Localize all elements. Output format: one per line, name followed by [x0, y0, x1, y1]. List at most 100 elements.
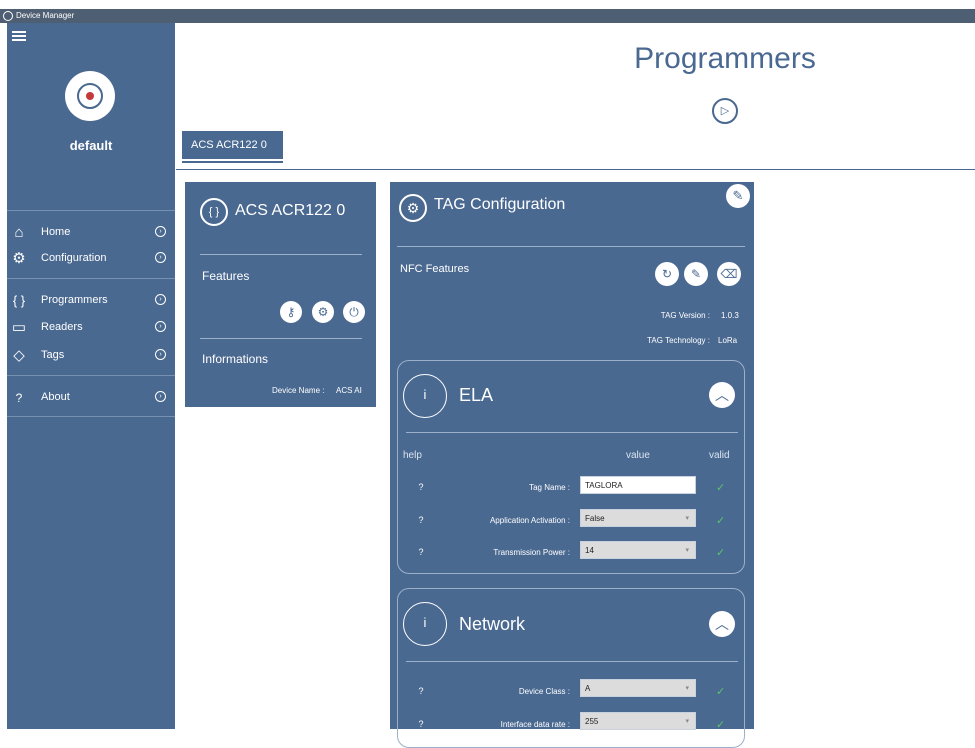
- device-class-label: Device Class :: [518, 687, 570, 696]
- sidebar-item-configuration[interactable]: ⚙ Configuration ›: [7, 249, 175, 269]
- features-label: Features: [202, 269, 250, 283]
- dropdown-arrow-icon: ▾: [685, 685, 689, 692]
- sidebar-divider: [7, 375, 175, 376]
- device-name-value: ACS AI: [336, 386, 362, 395]
- tag-name-input[interactable]: TAGLORA: [580, 476, 696, 494]
- device-class-select[interactable]: A ▾: [580, 679, 696, 697]
- window-title: Device Manager: [16, 11, 75, 20]
- valid-check-icon: ✓: [716, 515, 726, 527]
- gear-icon: ⚙: [12, 250, 26, 267]
- sidebar-item-label: Home: [41, 226, 71, 238]
- valid-check-icon: ✓: [716, 547, 726, 559]
- eraser-icon[interactable]: ⌫: [717, 262, 741, 286]
- braces-icon: { }: [200, 198, 228, 226]
- informations-label: Informations: [202, 352, 269, 366]
- tag-config-title: TAG Configuration: [434, 196, 566, 213]
- chevron-up-icon[interactable]: ︿: [709, 382, 735, 408]
- interface-data-rate-label: Interface data rate :: [500, 720, 570, 729]
- chevron-right-icon: ›: [155, 321, 166, 332]
- application-activation-label: Application Activation :: [489, 516, 570, 525]
- key-icon[interactable]: ⚷: [280, 301, 302, 323]
- header-divider: [176, 169, 975, 170]
- chevron-right-icon: ›: [155, 349, 166, 360]
- page-title: Programmers: [634, 42, 816, 75]
- valid-column-header: valid: [709, 450, 730, 461]
- valid-check-icon: ✓: [716, 719, 726, 731]
- gear-icon[interactable]: ⚙: [312, 301, 334, 323]
- section-divider: [406, 432, 738, 433]
- card-divider: [200, 254, 362, 255]
- tag-version-label: TAG Version :: [660, 311, 710, 320]
- chevron-up-icon[interactable]: ︿: [709, 611, 735, 637]
- tag-configuration-card: ⚙ TAG Configuration ✎ NFC Features ↻ ✎ ⌫…: [390, 182, 754, 748]
- hamburger-menu-icon[interactable]: [12, 31, 26, 41]
- dropdown-arrow-icon: ▾: [685, 515, 689, 522]
- app-icon: [3, 11, 13, 21]
- sidebar-item-label: Programmers: [41, 294, 108, 306]
- section-title: ELA: [459, 385, 494, 405]
- interface-data-rate-value: 255: [585, 717, 599, 726]
- tag-name-label: Tag Name :: [529, 483, 570, 492]
- transmission-power-select[interactable]: 14 ▾: [580, 541, 696, 559]
- device-card-title: ACS ACR122 0: [235, 202, 346, 219]
- question-icon: ?: [15, 391, 23, 405]
- tag-technology-label: TAG Technology :: [647, 336, 710, 345]
- section-title: Network: [459, 614, 526, 634]
- ela-section: i ELA ︿ help value valid ? Tag Name : TA…: [397, 360, 745, 574]
- tab-underline: [182, 161, 283, 163]
- card-divider: [200, 338, 362, 339]
- tag-version-value: 1.0.3: [721, 311, 739, 320]
- sidebar: default ⌂ Home › ⚙ Configuration › { } P…: [7, 23, 175, 729]
- dropdown-arrow-icon: ▾: [685, 718, 689, 725]
- device-class-value: A: [585, 684, 591, 693]
- chevron-right-icon: ›: [155, 294, 166, 305]
- valid-check-icon: ✓: [716, 686, 726, 698]
- tab-acs-acr122[interactable]: ACS ACR122 0: [182, 131, 283, 159]
- chevron-right-icon: ›: [155, 252, 166, 263]
- window-titlebar: Device Manager: [0, 9, 975, 23]
- play-icon[interactable]: ▷: [712, 98, 738, 124]
- nfc-features-label: NFC Features: [400, 263, 470, 275]
- sidebar-item-readers[interactable]: ▭ Readers ›: [7, 318, 175, 338]
- interface-data-rate-select[interactable]: 255 ▾: [580, 712, 696, 730]
- pin-icon[interactable]: ✎: [726, 184, 750, 208]
- card-divider: [397, 246, 745, 247]
- pencil-icon[interactable]: ✎: [684, 262, 708, 286]
- dropdown-arrow-icon: ▾: [685, 547, 689, 554]
- transmission-power-value: 14: [585, 546, 594, 555]
- sidebar-item-label: Configuration: [41, 252, 107, 264]
- section-divider: [406, 661, 738, 662]
- sidebar-item-home[interactable]: ⌂ Home ›: [7, 223, 175, 243]
- sidebar-item-tags[interactable]: ◇ Tags ›: [7, 346, 175, 366]
- help-column-header: help: [403, 450, 422, 461]
- refresh-icon[interactable]: ↻: [655, 262, 679, 286]
- application-activation-select[interactable]: False ▾: [580, 509, 696, 527]
- profile-logo: [65, 71, 115, 121]
- sidebar-divider: [7, 210, 175, 211]
- gear-icon: ⚙: [399, 194, 427, 222]
- chevron-right-icon: ›: [155, 391, 166, 402]
- value-column-header: value: [626, 450, 650, 461]
- info-icon: i: [403, 374, 447, 418]
- tag-icon: ◇: [13, 347, 25, 364]
- device-card: { } ACS ACR122 0 Features ⚷ ⚙ ⏻ Informat…: [185, 182, 376, 407]
- device-name-label: Device Name :: [272, 386, 325, 395]
- logo-dot: [86, 92, 94, 100]
- braces-icon: { }: [12, 293, 26, 308]
- network-section: i Network ︿ ? Device Class : A ▾ ✓ ? Int…: [397, 588, 745, 748]
- sidebar-item-label: About: [41, 391, 70, 403]
- sidebar-item-label: Readers: [41, 321, 83, 333]
- sidebar-divider: [7, 278, 175, 279]
- sidebar-item-label: Tags: [41, 349, 65, 361]
- info-icon: i: [403, 602, 447, 646]
- valid-check-icon: ✓: [716, 482, 726, 494]
- profile-name: default: [69, 138, 113, 153]
- sidebar-item-about[interactable]: ? About ›: [7, 388, 175, 408]
- reader-icon: ▭: [11, 319, 27, 336]
- sidebar-divider: [7, 416, 175, 417]
- application-activation-value: False: [585, 514, 605, 523]
- power-icon[interactable]: ⏻: [343, 301, 365, 323]
- sidebar-item-programmers[interactable]: { } Programmers ›: [7, 291, 175, 311]
- transmission-power-label: Transmission Power :: [493, 548, 570, 557]
- tag-technology-value: LoRa: [718, 336, 738, 345]
